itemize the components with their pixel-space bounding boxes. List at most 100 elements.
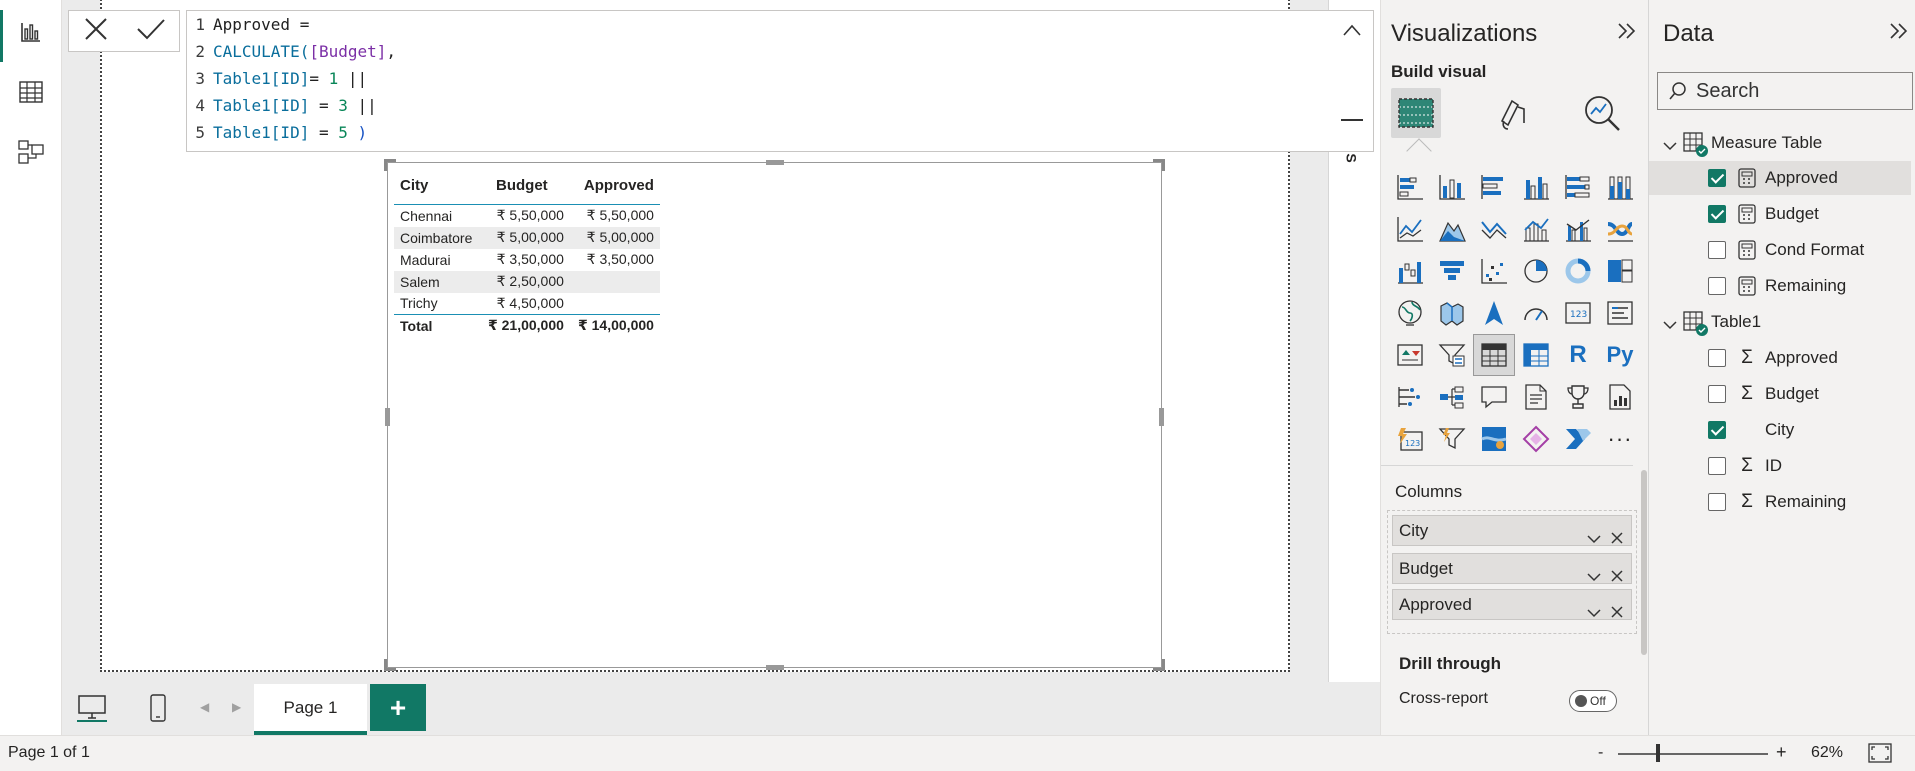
power-apps-card-icon[interactable]: 123 <box>1389 418 1431 460</box>
table-view-button[interactable] <box>0 64 62 120</box>
desktop-layout-button[interactable] <box>72 690 112 726</box>
stacked-column-chart-icon[interactable] <box>1431 166 1473 208</box>
zoom-slider[interactable]: - + <box>1598 742 1788 764</box>
tab-page-1[interactable]: Page 1 <box>254 684 367 735</box>
format-visual-tab[interactable] <box>1487 88 1537 138</box>
collapse-visualizations-button[interactable] <box>1617 22 1637 45</box>
table-row[interactable]: Chennai ₹ 5,50,000 ₹ 5,50,000 <box>394 205 660 227</box>
area-chart-icon[interactable] <box>1431 208 1473 250</box>
field-pill-remove[interactable] <box>1611 524 1623 553</box>
decomposition-tree-icon[interactable] <box>1431 376 1473 418</box>
multi-row-card-icon[interactable] <box>1599 292 1641 334</box>
slicer-icon[interactable] <box>1431 334 1473 376</box>
pie-chart-icon[interactable] <box>1515 250 1557 292</box>
resize-handle-right[interactable] <box>1159 408 1164 426</box>
table-visual-icon[interactable] <box>1473 334 1515 376</box>
resize-handle-bottom[interactable] <box>766 665 784 670</box>
treemap-icon[interactable] <box>1599 250 1641 292</box>
goals-trophy-icon[interactable] <box>1557 376 1599 418</box>
add-page-button[interactable]: + <box>370 684 426 731</box>
resize-corner[interactable] <box>384 659 396 671</box>
table-row[interactable]: Trichy ₹ 4,50,000 <box>394 293 660 315</box>
waterfall-chart-icon[interactable] <box>1389 250 1431 292</box>
field-checkbox[interactable] <box>1708 241 1726 259</box>
field-table1-approved[interactable]: Σ Approved <box>1649 341 1911 375</box>
field-pill-dropdown[interactable] <box>1587 524 1601 553</box>
field-table1-id[interactable]: Σ ID <box>1649 449 1911 483</box>
dax-formula-editor[interactable]: 1 Approved = 2 CALCULATE([Budget], 3 Table1… <box>186 10 1374 152</box>
line-chart-icon[interactable] <box>1389 208 1431 250</box>
table-visual[interactable]: City Budget Approved Chennai ₹ 5,50,000 ₹ … <box>384 159 1165 671</box>
kpi-icon[interactable] <box>1389 334 1431 376</box>
zoom-out-button[interactable]: - <box>1598 744 1603 762</box>
cross-report-toggle[interactable]: Off <box>1569 690 1617 712</box>
key-influencers-icon[interactable] <box>1389 376 1431 418</box>
arcgis-map-icon[interactable] <box>1473 418 1515 460</box>
stacked-area-chart-icon[interactable] <box>1473 208 1515 250</box>
field-table1-budget[interactable]: Σ Budget <box>1649 377 1911 411</box>
columns-field-well[interactable]: City Budget Approved <box>1387 510 1637 634</box>
field-checkbox[interactable] <box>1708 169 1726 187</box>
chevron-down-icon[interactable] <box>1663 315 1677 335</box>
smart-narrative-icon[interactable] <box>1515 376 1557 418</box>
analytics-tab[interactable] <box>1577 88 1627 138</box>
r-script-visual-icon[interactable]: R <box>1557 334 1599 376</box>
stacked-bar-chart-icon[interactable] <box>1389 166 1431 208</box>
field-pill-budget[interactable]: Budget <box>1392 553 1632 584</box>
previous-page-arrow[interactable]: ◀ <box>200 700 209 714</box>
viz-pane-scrollbar[interactable] <box>1641 470 1647 655</box>
fit-to-page-button[interactable] <box>1868 743 1892 768</box>
field-measure-approved[interactable]: Approved <box>1649 161 1911 195</box>
field-table1-city[interactable]: City <box>1649 413 1911 447</box>
map-icon[interactable] <box>1389 292 1431 334</box>
field-pill-remove[interactable] <box>1611 598 1623 627</box>
field-table1-remaining[interactable]: Σ Remaining <box>1649 485 1911 519</box>
ribbon-chart-icon[interactable] <box>1599 208 1641 250</box>
clustered-column-chart-icon[interactable] <box>1515 166 1557 208</box>
chevron-down-icon[interactable] <box>1663 136 1677 156</box>
zoom-track[interactable] <box>1618 753 1768 755</box>
100-percent-bar-chart-icon[interactable] <box>1557 166 1599 208</box>
field-measure-cond-format[interactable]: Cond Format <box>1649 233 1911 267</box>
field-measure-remaining[interactable]: Remaining <box>1649 269 1911 303</box>
field-pill-dropdown[interactable] <box>1587 562 1601 591</box>
field-pill-dropdown[interactable] <box>1587 598 1601 627</box>
azure-map-icon[interactable] <box>1473 292 1515 334</box>
line-and-clustered-column-chart-icon[interactable] <box>1557 208 1599 250</box>
power-automate-flow-icon[interactable] <box>1557 418 1599 460</box>
resize-corner[interactable] <box>1153 159 1165 171</box>
field-checkbox[interactable] <box>1708 457 1726 475</box>
field-checkbox[interactable] <box>1708 277 1726 295</box>
resize-handle-left[interactable] <box>385 408 390 426</box>
column-header-budget[interactable]: Budget <box>482 169 570 205</box>
100-percent-column-chart-icon[interactable] <box>1599 166 1641 208</box>
resize-handle-top[interactable] <box>766 160 784 165</box>
power-apps-icon[interactable] <box>1515 418 1557 460</box>
python-visual-icon[interactable]: Py <box>1599 334 1641 376</box>
tree-node-table1[interactable]: Table1 <box>1649 305 1911 339</box>
funnel-chart-icon[interactable] <box>1431 250 1473 292</box>
field-checkbox[interactable] <box>1708 349 1726 367</box>
field-pill-city[interactable]: City <box>1392 515 1632 546</box>
gauge-icon[interactable] <box>1515 292 1557 334</box>
search-input[interactable] <box>1696 79 1896 103</box>
minimize-icon[interactable] <box>1341 119 1363 121</box>
build-visual-tab[interactable] <box>1391 88 1441 138</box>
column-header-approved[interactable]: Approved <box>569 169 660 205</box>
card-icon[interactable]: 123 <box>1557 292 1599 334</box>
report-view-button[interactable] <box>0 4 62 62</box>
donut-chart-icon[interactable] <box>1557 250 1599 292</box>
resize-corner[interactable] <box>1153 659 1165 671</box>
field-checkbox[interactable] <box>1708 493 1726 511</box>
matrix-icon[interactable] <box>1515 334 1557 376</box>
field-checkbox[interactable] <box>1708 205 1726 223</box>
model-view-button[interactable] <box>0 124 62 180</box>
clustered-bar-chart-icon[interactable] <box>1473 166 1515 208</box>
more-visuals-button[interactable]: ··· <box>1599 418 1641 460</box>
qa-visual-icon[interactable] <box>1473 376 1515 418</box>
column-header-city[interactable]: City <box>394 169 482 205</box>
table-row[interactable]: Coimbatore ₹ 5,00,000 ₹ 5,00,000 <box>394 226 660 249</box>
power-automate-icon[interactable] <box>1431 418 1473 460</box>
line-and-stacked-column-chart-icon[interactable] <box>1515 208 1557 250</box>
cancel-formula-button[interactable] <box>83 16 109 47</box>
